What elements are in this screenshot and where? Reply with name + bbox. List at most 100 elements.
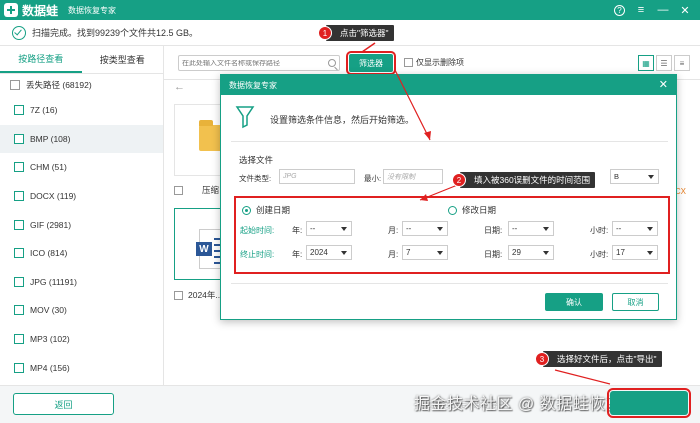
search-input[interactable] [182, 59, 322, 67]
tree-item-gif[interactable]: GIF (2981) [0, 210, 163, 239]
tree-root-checkbox[interactable] [10, 80, 20, 90]
tree-item-mp4[interactable]: MP4 (156) [0, 353, 163, 382]
chevron-down-icon [341, 227, 347, 231]
menu-icon[interactable]: ≡ [630, 2, 652, 18]
radio-modified-icon[interactable] [448, 205, 457, 215]
annotation-text: 点击"筛选器" [340, 28, 389, 38]
size-unit-select[interactable]: B [610, 169, 659, 184]
tree-root[interactable]: 丢失路径 (68192) [0, 74, 163, 96]
dialog-divider [231, 283, 668, 284]
chevron-down-icon [437, 227, 443, 231]
end-month-select[interactable]: 7 [402, 245, 448, 260]
tree-item-checkbox[interactable] [14, 248, 24, 259]
dialog-close-icon[interactable]: ✕ [659, 78, 668, 91]
annotation-callout-1: 1 点击"筛选器" [318, 25, 394, 41]
tree-item-bmp[interactable]: BMP (108) [0, 124, 163, 154]
detail-view-icon[interactable]: ≡ [674, 55, 690, 71]
tab-by-type[interactable]: 按类型查看 [82, 46, 164, 73]
export-button[interactable] [607, 388, 691, 418]
back-button[interactable]: 返回 [13, 393, 114, 415]
tree-item-label: 7Z (16) [30, 105, 58, 116]
word-badge: W [196, 242, 212, 256]
annotation-callout-3: 3 选择好文件后，点击"导出" [535, 351, 662, 367]
show-deleted-toggle[interactable]: 仅显示删除项 [404, 57, 464, 68]
tree-item-checkbox[interactable] [14, 105, 24, 116]
end-time-label: 终止时间: [240, 250, 275, 259]
tree-item-label: ICO (814) [30, 248, 68, 259]
show-deleted-checkbox[interactable] [404, 58, 413, 67]
logo-mark-icon [4, 3, 18, 17]
tree-item-7z[interactable]: 7Z (16) [0, 96, 163, 125]
tree-item-mov[interactable]: MOV (30) [0, 296, 163, 325]
tree-item-docx[interactable]: DOCX (119) [0, 182, 163, 211]
tree-item-checkbox[interactable] [14, 219, 24, 230]
confirm-button[interactable]: 确认 [545, 293, 603, 311]
end-hour-value: 17 [616, 248, 625, 257]
end-day-value: 29 [512, 248, 521, 257]
tree-item-ico[interactable]: ICO (814) [0, 239, 163, 268]
file-card-label[interactable]: 压缩 [174, 184, 219, 196]
start-day-select[interactable]: -- [508, 221, 554, 236]
scan-status-text: 扫描完成。找到99239个文件共12.5 GB。 [32, 28, 199, 38]
chevron-down-icon [543, 227, 549, 231]
radio-created-date[interactable]: 创建日期 [242, 204, 290, 216]
filter-button[interactable]: 筛选器 [346, 51, 396, 75]
annotation-callout-2: 2 填入被360误删文件的时间范围 [452, 172, 596, 188]
end-hour-label: 小时: [590, 250, 609, 259]
help-icon[interactable]: ? [614, 5, 625, 16]
start-month-select[interactable]: -- [402, 221, 448, 236]
radio-modified-date[interactable]: 修改日期 [448, 204, 496, 216]
radio-created-icon[interactable] [242, 205, 251, 215]
end-day-select[interactable]: 29 [508, 245, 554, 260]
annotation-text: 选择好文件后，点击"导出" [557, 354, 657, 364]
tree-item-mp3[interactable]: MP3 (102) [0, 325, 163, 354]
view-tabs: 按路径查看 按类型查看 [0, 46, 163, 74]
close-icon[interactable]: ✕ [674, 2, 696, 18]
min-size-label: 最小: [364, 174, 382, 183]
tree-item-checkbox[interactable] [14, 305, 24, 316]
annotation-number: 3 [535, 352, 549, 366]
tree-item-checkbox[interactable] [14, 191, 24, 202]
search-box[interactable] [178, 55, 340, 71]
tree-item-chm[interactable]: CHM (51) [0, 153, 163, 182]
tree-item-checkbox[interactable] [14, 276, 24, 287]
tree-item-checkbox[interactable] [14, 334, 24, 345]
back-arrow-icon[interactable]: ← [174, 81, 185, 93]
start-year-select[interactable]: -- [306, 221, 352, 236]
list-view-icon[interactable]: ☰ [656, 55, 672, 71]
tab-by-path[interactable]: 按路径查看 [0, 46, 82, 73]
end-year-label: 年: [292, 250, 303, 259]
min-size-input[interactable]: 没有限制 [383, 169, 443, 184]
cancel-button[interactable]: 取消 [612, 293, 659, 311]
search-icon[interactable] [328, 59, 336, 67]
tree-item-label: DOCX (119) [30, 191, 77, 202]
start-year-label: 年: [292, 226, 303, 235]
chevron-down-icon [437, 251, 443, 255]
dialog-title-bar: 数据恢复专家 ✕ [221, 75, 676, 95]
file-card-label[interactable]: 2024年... [174, 289, 223, 301]
chevron-down-icon [648, 175, 654, 179]
end-year-select[interactable]: 2024 [306, 245, 352, 260]
filetype-input[interactable]: JPG [279, 169, 355, 184]
annotation-text: 填入被360误删文件的时间范围 [474, 175, 591, 185]
annotation-number: 2 [452, 173, 466, 187]
file-checkbox[interactable] [174, 290, 183, 300]
title-bar: 数据蛙 数据恢复专家 ? ≡ — ✕ [0, 0, 700, 20]
start-hour-select[interactable]: -- [612, 221, 658, 236]
tree-item-checkbox[interactable] [14, 162, 24, 173]
tree-item-checkbox[interactable] [14, 133, 24, 144]
grid-view-icon[interactable]: ▦ [638, 55, 654, 71]
file-name: 压缩 [202, 185, 220, 195]
file-checkbox[interactable] [174, 185, 183, 195]
end-hour-select[interactable]: 17 [612, 245, 658, 260]
minimize-icon[interactable]: — [652, 2, 674, 18]
view-mode-switcher: ▦ ☰ ≡ [636, 55, 690, 71]
start-hour-value: -- [616, 224, 622, 233]
dialog-title: 数据恢复专家 [229, 80, 277, 90]
tree-item-checkbox[interactable] [14, 362, 24, 373]
start-month-label: 月: [388, 226, 399, 235]
filetype-label: 文件类型: [239, 174, 272, 183]
end-month-value: 7 [406, 248, 411, 257]
filter-dialog: 数据恢复专家 ✕ 设置筛选条件信息，然后开始筛选。 选择文件 文件类型: JPG… [220, 74, 677, 320]
tree-item-jpg[interactable]: JPG (11191) [0, 268, 163, 297]
